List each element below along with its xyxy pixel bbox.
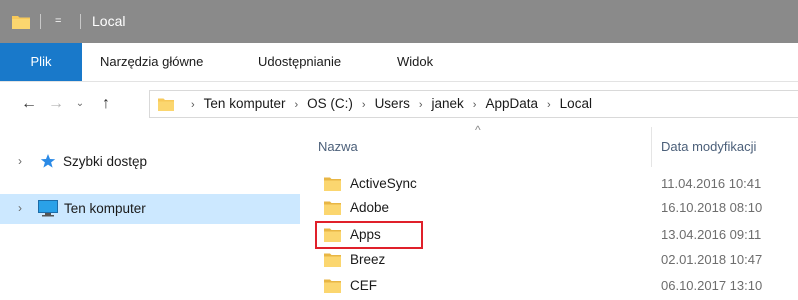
tab-file[interactable]: Plik bbox=[0, 43, 82, 81]
forward-arrow-icon[interactable]: → bbox=[45, 91, 67, 117]
tab-home[interactable]: Narzędzia główne bbox=[100, 43, 203, 81]
breadcrumb-item[interactable]: Ten komputer bbox=[204, 96, 286, 111]
breadcrumb-item[interactable]: Users bbox=[375, 96, 410, 111]
breadcrumb-separator-icon[interactable]: › bbox=[547, 99, 551, 111]
highlight-box bbox=[315, 221, 423, 249]
expand-chevron-icon[interactable]: › bbox=[18, 154, 22, 168]
list-item[interactable]: ActiveSync 11.04.2016 10:41 bbox=[310, 172, 798, 196]
file-date: 13.04.2016 09:11 bbox=[661, 227, 762, 242]
column-header-date[interactable]: Data modyfikacji bbox=[661, 133, 756, 161]
folder-icon bbox=[324, 176, 341, 191]
breadcrumb-separator-icon[interactable]: › bbox=[419, 99, 423, 111]
column-divider[interactable] bbox=[651, 127, 652, 167]
nav-item-this-pc[interactable]: › Ten komputer bbox=[0, 194, 300, 224]
title-separator bbox=[40, 14, 41, 29]
quick-access-toolbar-icon[interactable]: = bbox=[55, 12, 61, 30]
column-header-name[interactable]: Nazwa bbox=[318, 133, 358, 161]
file-name: ActiveSync bbox=[350, 176, 417, 191]
ribbon-tabs: Plik Narzędzia główne Udostępnianie Wido… bbox=[0, 43, 798, 82]
window-title: Local bbox=[92, 13, 126, 29]
computer-icon bbox=[38, 200, 58, 220]
sort-ascending-icon: ^ bbox=[475, 123, 481, 137]
star-icon bbox=[40, 153, 56, 172]
breadcrumb: › Ten komputer › OS (C:) › Users › janek › AppDat… bbox=[182, 91, 592, 117]
recent-locations-chevron-icon[interactable]: ⌄ bbox=[72, 91, 88, 117]
back-arrow-icon[interactable]: ← bbox=[18, 91, 40, 117]
breadcrumb-item[interactable]: AppData bbox=[485, 96, 538, 111]
folder-icon bbox=[158, 97, 174, 111]
breadcrumb-separator-icon[interactable]: › bbox=[294, 99, 298, 111]
up-arrow-icon[interactable]: ↑ bbox=[95, 91, 117, 117]
nav-item-quick-access[interactable]: › Szybki dostęp bbox=[0, 147, 300, 177]
folder-icon bbox=[324, 278, 341, 293]
tab-share[interactable]: Udostępnianie bbox=[258, 43, 341, 81]
list-item[interactable]: Adobe 16.10.2018 08:10 bbox=[310, 196, 798, 220]
nav-item-label: Szybki dostęp bbox=[63, 154, 148, 169]
expand-chevron-icon[interactable]: › bbox=[18, 201, 22, 215]
file-name: Adobe bbox=[350, 200, 390, 215]
navigation-pane: › Szybki dostęp › Ten komputer bbox=[0, 127, 310, 300]
breadcrumb-item[interactable]: OS (C:) bbox=[307, 96, 353, 111]
folder-icon bbox=[324, 252, 341, 267]
breadcrumb-item[interactable]: Local bbox=[560, 96, 592, 111]
address-row: ← → ⌄ ↑ › Ten komputer › OS (C:) › Users › jane… bbox=[0, 82, 798, 126]
folder-icon bbox=[324, 200, 341, 215]
file-name: CEF bbox=[350, 278, 377, 293]
title-bar: = Local bbox=[0, 0, 798, 43]
list-item[interactable]: CEF 06.10.2017 13:10 bbox=[310, 274, 798, 298]
breadcrumb-separator-icon[interactable]: › bbox=[362, 99, 366, 111]
breadcrumb-separator-icon[interactable]: › bbox=[473, 99, 477, 111]
file-list: ^ Nazwa Data modyfikacji ActiveSync 11.0… bbox=[310, 123, 798, 300]
breadcrumb-item[interactable]: janek bbox=[432, 96, 464, 111]
list-item[interactable]: Breez 02.01.2018 10:47 bbox=[310, 248, 798, 272]
address-bar[interactable]: › Ten komputer › OS (C:) › Users › janek › AppDat… bbox=[149, 90, 798, 118]
nav-item-label: Ten komputer bbox=[64, 201, 146, 216]
file-name: Breez bbox=[350, 252, 386, 267]
tab-view[interactable]: Widok bbox=[397, 43, 433, 81]
title-separator bbox=[80, 14, 81, 29]
breadcrumb-separator-icon[interactable]: › bbox=[191, 99, 195, 111]
file-date: 02.01.2018 10:47 bbox=[661, 252, 763, 267]
folder-icon bbox=[12, 14, 30, 29]
file-date: 11.04.2016 10:41 bbox=[661, 176, 762, 191]
file-date: 16.10.2018 08:10 bbox=[661, 200, 763, 215]
file-date: 06.10.2017 13:10 bbox=[661, 278, 763, 293]
